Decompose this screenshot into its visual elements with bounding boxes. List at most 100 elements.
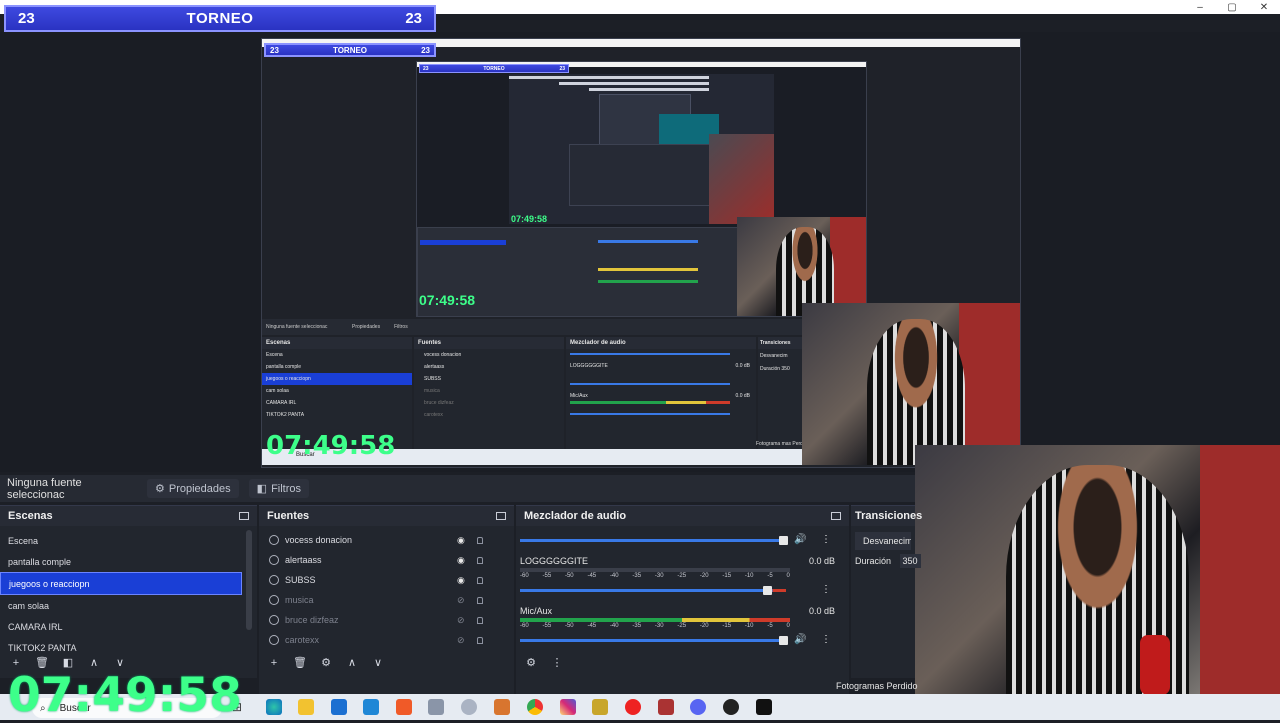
speaker-icon[interactable]: 🔊 <box>794 634 806 645</box>
eye-icon[interactable]: ◉ <box>457 555 465 566</box>
lock-icon[interactable] <box>477 556 483 564</box>
lock-icon[interactable] <box>477 576 483 584</box>
edge-icon[interactable] <box>266 699 282 715</box>
volume-slider[interactable] <box>520 586 786 595</box>
channel-name: LOGGGGGGITE <box>520 556 589 566</box>
undock-icon[interactable] <box>239 512 249 520</box>
eye-hidden-icon[interactable]: ⊘ <box>457 635 465 646</box>
properties-button[interactable]: ⚙ Propiedades <box>147 479 239 498</box>
up-icon[interactable]: ∧ <box>345 656 359 669</box>
minimize-icon[interactable]: – <box>1184 0 1216 14</box>
nested-filters: Filtros <box>394 324 408 330</box>
sources-header: Fuentes <box>259 506 514 526</box>
duration-input[interactable]: 350 <box>899 554 921 568</box>
brave-icon[interactable] <box>396 699 412 715</box>
transitions-title: Transiciones <box>855 510 923 522</box>
undock-icon[interactable] <box>496 512 506 520</box>
eye-icon[interactable]: ◉ <box>457 575 465 586</box>
trash-icon[interactable]: 🗑 <box>293 656 307 669</box>
nested-banner-right-score: 23 <box>421 45 430 55</box>
nested-scene-item: TIKTOK2 PANTA <box>266 412 305 418</box>
nested-scene-item: cam solaa <box>266 388 289 394</box>
db-scale: -60 -55 -50 -45 -40 -35 -30 -25 -20 -15 -10 -5 0 <box>520 573 790 579</box>
more-icon[interactable]: ⋮ <box>821 634 831 645</box>
add-icon[interactable]: + <box>267 657 281 669</box>
scene-item-selected[interactable]: juegoos o reacciopn <box>0 572 242 595</box>
source-item[interactable]: SUBSS ◉ <box>259 570 514 590</box>
lock-icon[interactable] <box>477 616 483 624</box>
app-icon[interactable] <box>428 699 444 715</box>
volume-slider[interactable] <box>520 636 788 645</box>
mixer-settings-icon[interactable]: ⚙ <box>524 656 538 669</box>
filter-icon: ◧ <box>256 483 268 495</box>
nested-mixer-title: Mezclador de audio <box>566 337 756 349</box>
nested-score-banner: 23 TORNEO 23 <box>264 43 436 57</box>
discord-icon[interactable] <box>690 699 706 715</box>
more-icon[interactable]: ⋮ <box>821 534 831 545</box>
scenes-scrollbar[interactable] <box>246 530 252 630</box>
globe-icon <box>269 535 279 545</box>
obs-icon[interactable] <box>723 699 739 715</box>
more-icon[interactable]: ⋮ <box>821 584 831 595</box>
gear-icon: ⚙ <box>155 483 165 495</box>
scene-item[interactable]: CAMARA IRL <box>0 616 242 637</box>
app-icon[interactable] <box>461 699 477 715</box>
source-toolbar: Ninguna fuente seleccionac ⚙ Propiedades … <box>0 475 915 502</box>
store-icon[interactable] <box>331 699 347 715</box>
lock-icon[interactable] <box>477 536 483 544</box>
eye-icon[interactable]: ◉ <box>457 535 465 546</box>
chrome-icon[interactable] <box>527 699 543 715</box>
image-icon <box>269 635 279 645</box>
banner-title: TORNEO <box>186 10 254 27</box>
volume-slider[interactable] <box>520 536 788 545</box>
folder-icon[interactable] <box>298 699 314 715</box>
lock-icon[interactable] <box>477 596 483 604</box>
scene-item[interactable]: cam solaa <box>0 595 242 616</box>
instagram-icon[interactable] <box>560 699 576 715</box>
scene-item[interactable]: Escena <box>0 530 242 551</box>
image-icon <box>269 615 279 625</box>
more-icon[interactable]: ⋮ <box>550 656 564 669</box>
source-label: SUBSS <box>285 575 316 585</box>
app-icon[interactable] <box>756 699 772 715</box>
lock-icon[interactable] <box>477 636 483 644</box>
score-banner: 23 TORNEO 23 <box>4 5 436 32</box>
app-icon[interactable] <box>494 699 510 715</box>
gear-icon[interactable]: ⚙ <box>319 656 333 669</box>
source-item[interactable]: alertaass ◉ <box>259 550 514 570</box>
source-item[interactable]: vocess donacion ◉ <box>259 530 514 550</box>
transition-select[interactable]: Desvanecimie <box>855 532 911 550</box>
source-item[interactable]: bruce dizfeaz ⊘ <box>259 610 514 630</box>
nested-clock-2: 07:49:58 <box>419 292 476 308</box>
nested-source-bar: Ninguna fuente seleccionac Propiedades F… <box>262 319 802 335</box>
add-icon[interactable]: + <box>9 657 23 669</box>
window-controls: – ▢ ✕ <box>1184 0 1280 14</box>
eye-hidden-icon[interactable]: ⊘ <box>457 595 465 606</box>
mail-icon[interactable] <box>363 699 379 715</box>
nested-banner-left-score: 23 <box>270 45 279 55</box>
app-icon[interactable] <box>592 699 608 715</box>
nested-frames-lost: Fotograma mas Perdid <box>756 441 807 447</box>
down-icon[interactable]: ∨ <box>371 656 385 669</box>
filters-button[interactable]: ◧ Filtros <box>248 479 310 498</box>
youtube-icon[interactable] <box>625 699 641 715</box>
banner-right-score: 23 <box>405 10 422 27</box>
nested-channel-1-db: 0.0 dB <box>735 363 750 369</box>
maximize-icon[interactable]: ▢ <box>1216 0 1248 14</box>
nested-source-item: SUBSS <box>424 376 441 382</box>
app-icon[interactable] <box>658 699 674 715</box>
clock-overlay: 07:49:58 <box>8 668 242 723</box>
nested-scene-item: CAMARA IRL <box>266 400 297 406</box>
channel-name: Mic/Aux <box>520 606 553 616</box>
scene-item[interactable]: pantalla comple <box>0 551 242 572</box>
scene-item[interactable]: TIKTOK2 PANTA <box>0 637 242 658</box>
sources-toolbar: + 🗑 ⚙ ∧ ∨ <box>267 656 385 670</box>
source-item[interactable]: carotexx ⊘ <box>259 630 514 650</box>
close-icon[interactable]: ✕ <box>1248 0 1280 14</box>
source-item[interactable]: musica ⊘ <box>259 590 514 610</box>
undock-icon[interactable] <box>831 512 841 520</box>
banner-left-score: 23 <box>18 10 35 27</box>
speaker-icon[interactable]: 🔊 <box>794 534 806 545</box>
eye-hidden-icon[interactable]: ⊘ <box>457 615 465 626</box>
nested-source-item: bruce dizfeaz <box>424 400 454 406</box>
